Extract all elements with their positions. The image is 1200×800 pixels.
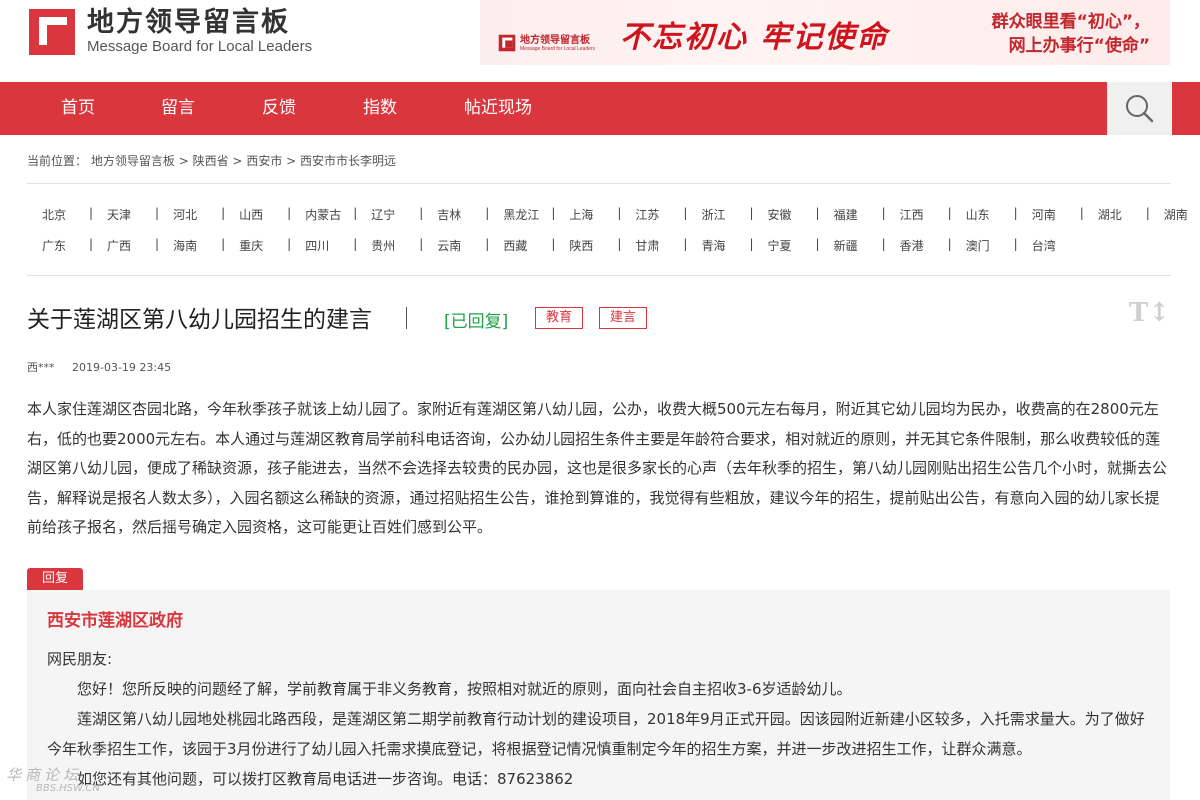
province-link[interactable]: 陕西 [569, 239, 593, 253]
province-link[interactable]: 青海 [701, 239, 725, 253]
province-row: 广东 | 广西 | 海南 | 重庆 | 四川 | 贵州 | 云南 | 西藏 | 陕西 | 甘肃 | 青海 | 宁夏 | 新疆 | 香… [27, 237, 1080, 254]
logo-subtitle: Message Board for Local Leaders [87, 38, 313, 55]
province-link[interactable]: 湖北 [1098, 208, 1122, 222]
search-icon [1126, 95, 1154, 123]
campaign-banner[interactable]: 地方领导留言板 Message Board for Local Leaders … [480, 0, 1170, 65]
province-link[interactable]: 广西 [107, 239, 131, 253]
province-link[interactable]: 香港 [900, 239, 924, 253]
reply-paragraph: 莲湖区第八幼儿园地处桃园北路西段，是莲湖区第二期学前教育行动计划的建设项目，20… [47, 710, 1145, 758]
main-nav: 首页 留言 反馈 指数 帖近现场 [0, 82, 1200, 135]
province-link[interactable]: 浙江 [701, 208, 725, 222]
province-link[interactable]: 新疆 [834, 239, 858, 253]
province-link[interactable]: 台湾 [1032, 239, 1056, 253]
province-link[interactable]: 宁夏 [768, 239, 792, 253]
province-link[interactable]: 四川 [305, 239, 329, 253]
divider [27, 183, 1171, 184]
divider [27, 275, 1171, 276]
search-button[interactable] [1107, 82, 1172, 135]
province-link[interactable]: 山西 [239, 208, 263, 222]
banner-slogan: 不忘初心 牢记使命 [620, 20, 889, 55]
font-size-toggle-icon[interactable]: T↕ [1129, 298, 1170, 328]
banner-logo: 地方领导留言板 Message Board for Local Leaders [498, 34, 595, 52]
message-body: 本人家住莲湖区杏园北路，今年秋季孩子就该上幼儿园了。家附近有莲湖区第八幼儿园，公… [27, 400, 1168, 536]
watermark: 华商论坛 BBS.HSW.CN [6, 764, 100, 794]
province-row: 北京 | 天津 | 河北 | 山西 | 内蒙古 | 辽宁 | 吉林 | 黑龙江 | 上海 | 江苏 | 浙江 | 安徽 | 福建… [27, 206, 1200, 223]
province-link[interactable]: 海南 [173, 239, 197, 253]
reply-paragraph: 如您还有其他问题，可以拨打区教育局电话进一步咨询。电话：87623862 [77, 770, 574, 788]
breadcrumb-separator: > [178, 154, 189, 168]
breadcrumb-separator: > [286, 154, 297, 168]
author-name: 西*** [27, 361, 55, 374]
province-link[interactable]: 上海 [569, 208, 593, 222]
reply-organization: 西安市莲湖区政府 [47, 611, 183, 631]
province-link[interactable]: 福建 [834, 208, 858, 222]
province-link[interactable]: 山东 [966, 208, 990, 222]
province-link[interactable]: 内蒙古 [305, 208, 341, 222]
nav-feedback[interactable]: 反馈 [262, 82, 296, 135]
province-link[interactable]: 广东 [42, 239, 66, 253]
breadcrumb-item[interactable]: 陕西省 [193, 154, 229, 168]
province-link[interactable]: 甘肃 [635, 239, 659, 253]
nav-on-site[interactable]: 帖近现场 [464, 82, 532, 135]
nav-messages[interactable]: 留言 [161, 82, 195, 135]
tag-suggestion[interactable]: 建言 [599, 307, 647, 329]
reply-paragraph: 您好！您所反映的问题经了解，学前教育属于非义务教育，按照相对就近的原则，面向社会… [77, 680, 852, 698]
watermark-en: BBS.HSW.CN [36, 783, 100, 794]
nav-home[interactable]: 首页 [61, 82, 95, 135]
banner-tagline-line2: 网上办事行“使命” [1008, 36, 1150, 56]
province-link[interactable]: 西藏 [503, 239, 527, 253]
banner-tagline: 群众眼里看“初心”， 网上办事行“使命” [900, 10, 1150, 58]
breadcrumb-item[interactable]: 西安市市长李明远 [300, 154, 396, 168]
post-date: 2019-03-19 23:45 [72, 361, 172, 374]
breadcrumb: 当前位置： 地方领导留言板 > 陕西省 > 西安市 > 西安市市长李明远 [27, 152, 396, 169]
tag-education[interactable]: 教育 [535, 307, 583, 329]
site-logo[interactable]: 地方领导留言板 Message Board for Local Leaders [27, 7, 312, 57]
banner-logo-icon [498, 34, 516, 52]
logo-mark-icon [27, 7, 77, 57]
province-link[interactable]: 云南 [437, 239, 461, 253]
province-link[interactable]: 湖南 [1164, 208, 1188, 222]
title-divider [406, 307, 407, 329]
status-badge: [已回复] [444, 312, 509, 332]
province-link[interactable]: 黑龙江 [503, 208, 539, 222]
breadcrumb-item[interactable]: 地方领导留言板 [91, 154, 175, 168]
province-link[interactable]: 河南 [1032, 208, 1056, 222]
province-link[interactable]: 吉林 [437, 208, 461, 222]
nav-index[interactable]: 指数 [363, 82, 397, 135]
province-link[interactable]: 北京 [42, 208, 66, 222]
reply-tab: 回复 [27, 568, 83, 590]
reply-greeting: 网民朋友: [47, 650, 113, 668]
reply-panel: 西安市莲湖区政府 网民朋友: 您好！您所反映的问题经了解，学前教育属于非义务教育… [27, 590, 1170, 800]
province-link[interactable]: 天津 [107, 208, 131, 222]
breadcrumb-item[interactable]: 西安市 [246, 154, 282, 168]
message-title: 关于莲湖区第八幼儿园招生的建言 [27, 307, 372, 333]
province-link[interactable]: 江西 [900, 208, 924, 222]
banner-logo-subtitle: Message Board for Local Leaders [520, 45, 596, 52]
breadcrumb-prefix: 当前位置： [27, 154, 88, 168]
province-link[interactable]: 澳门 [966, 239, 990, 253]
province-link[interactable]: 重庆 [239, 239, 263, 253]
banner-tagline-line1: 群众眼里看“初心”， [991, 12, 1150, 32]
banner-logo-title: 地方领导留言板 [520, 34, 590, 46]
province-link[interactable]: 河北 [173, 208, 197, 222]
logo-title: 地方领导留言板 [87, 7, 290, 38]
breadcrumb-separator: > [232, 154, 243, 168]
province-link[interactable]: 安徽 [768, 208, 792, 222]
watermark-cn: 华商论坛 [6, 766, 83, 784]
province-link[interactable]: 江苏 [635, 208, 659, 222]
site-header: 地方领导留言板 Message Board for Local Leaders … [0, 0, 1200, 82]
reply-body: 您好！您所反映的问题经了解，学前教育属于非义务教育，按照相对就近的原则，面向社会… [47, 674, 1152, 794]
province-link[interactable]: 贵州 [371, 239, 395, 253]
province-link[interactable]: 辽宁 [371, 208, 395, 222]
message-meta: 西*** 2019-03-19 23:45 [27, 359, 171, 375]
